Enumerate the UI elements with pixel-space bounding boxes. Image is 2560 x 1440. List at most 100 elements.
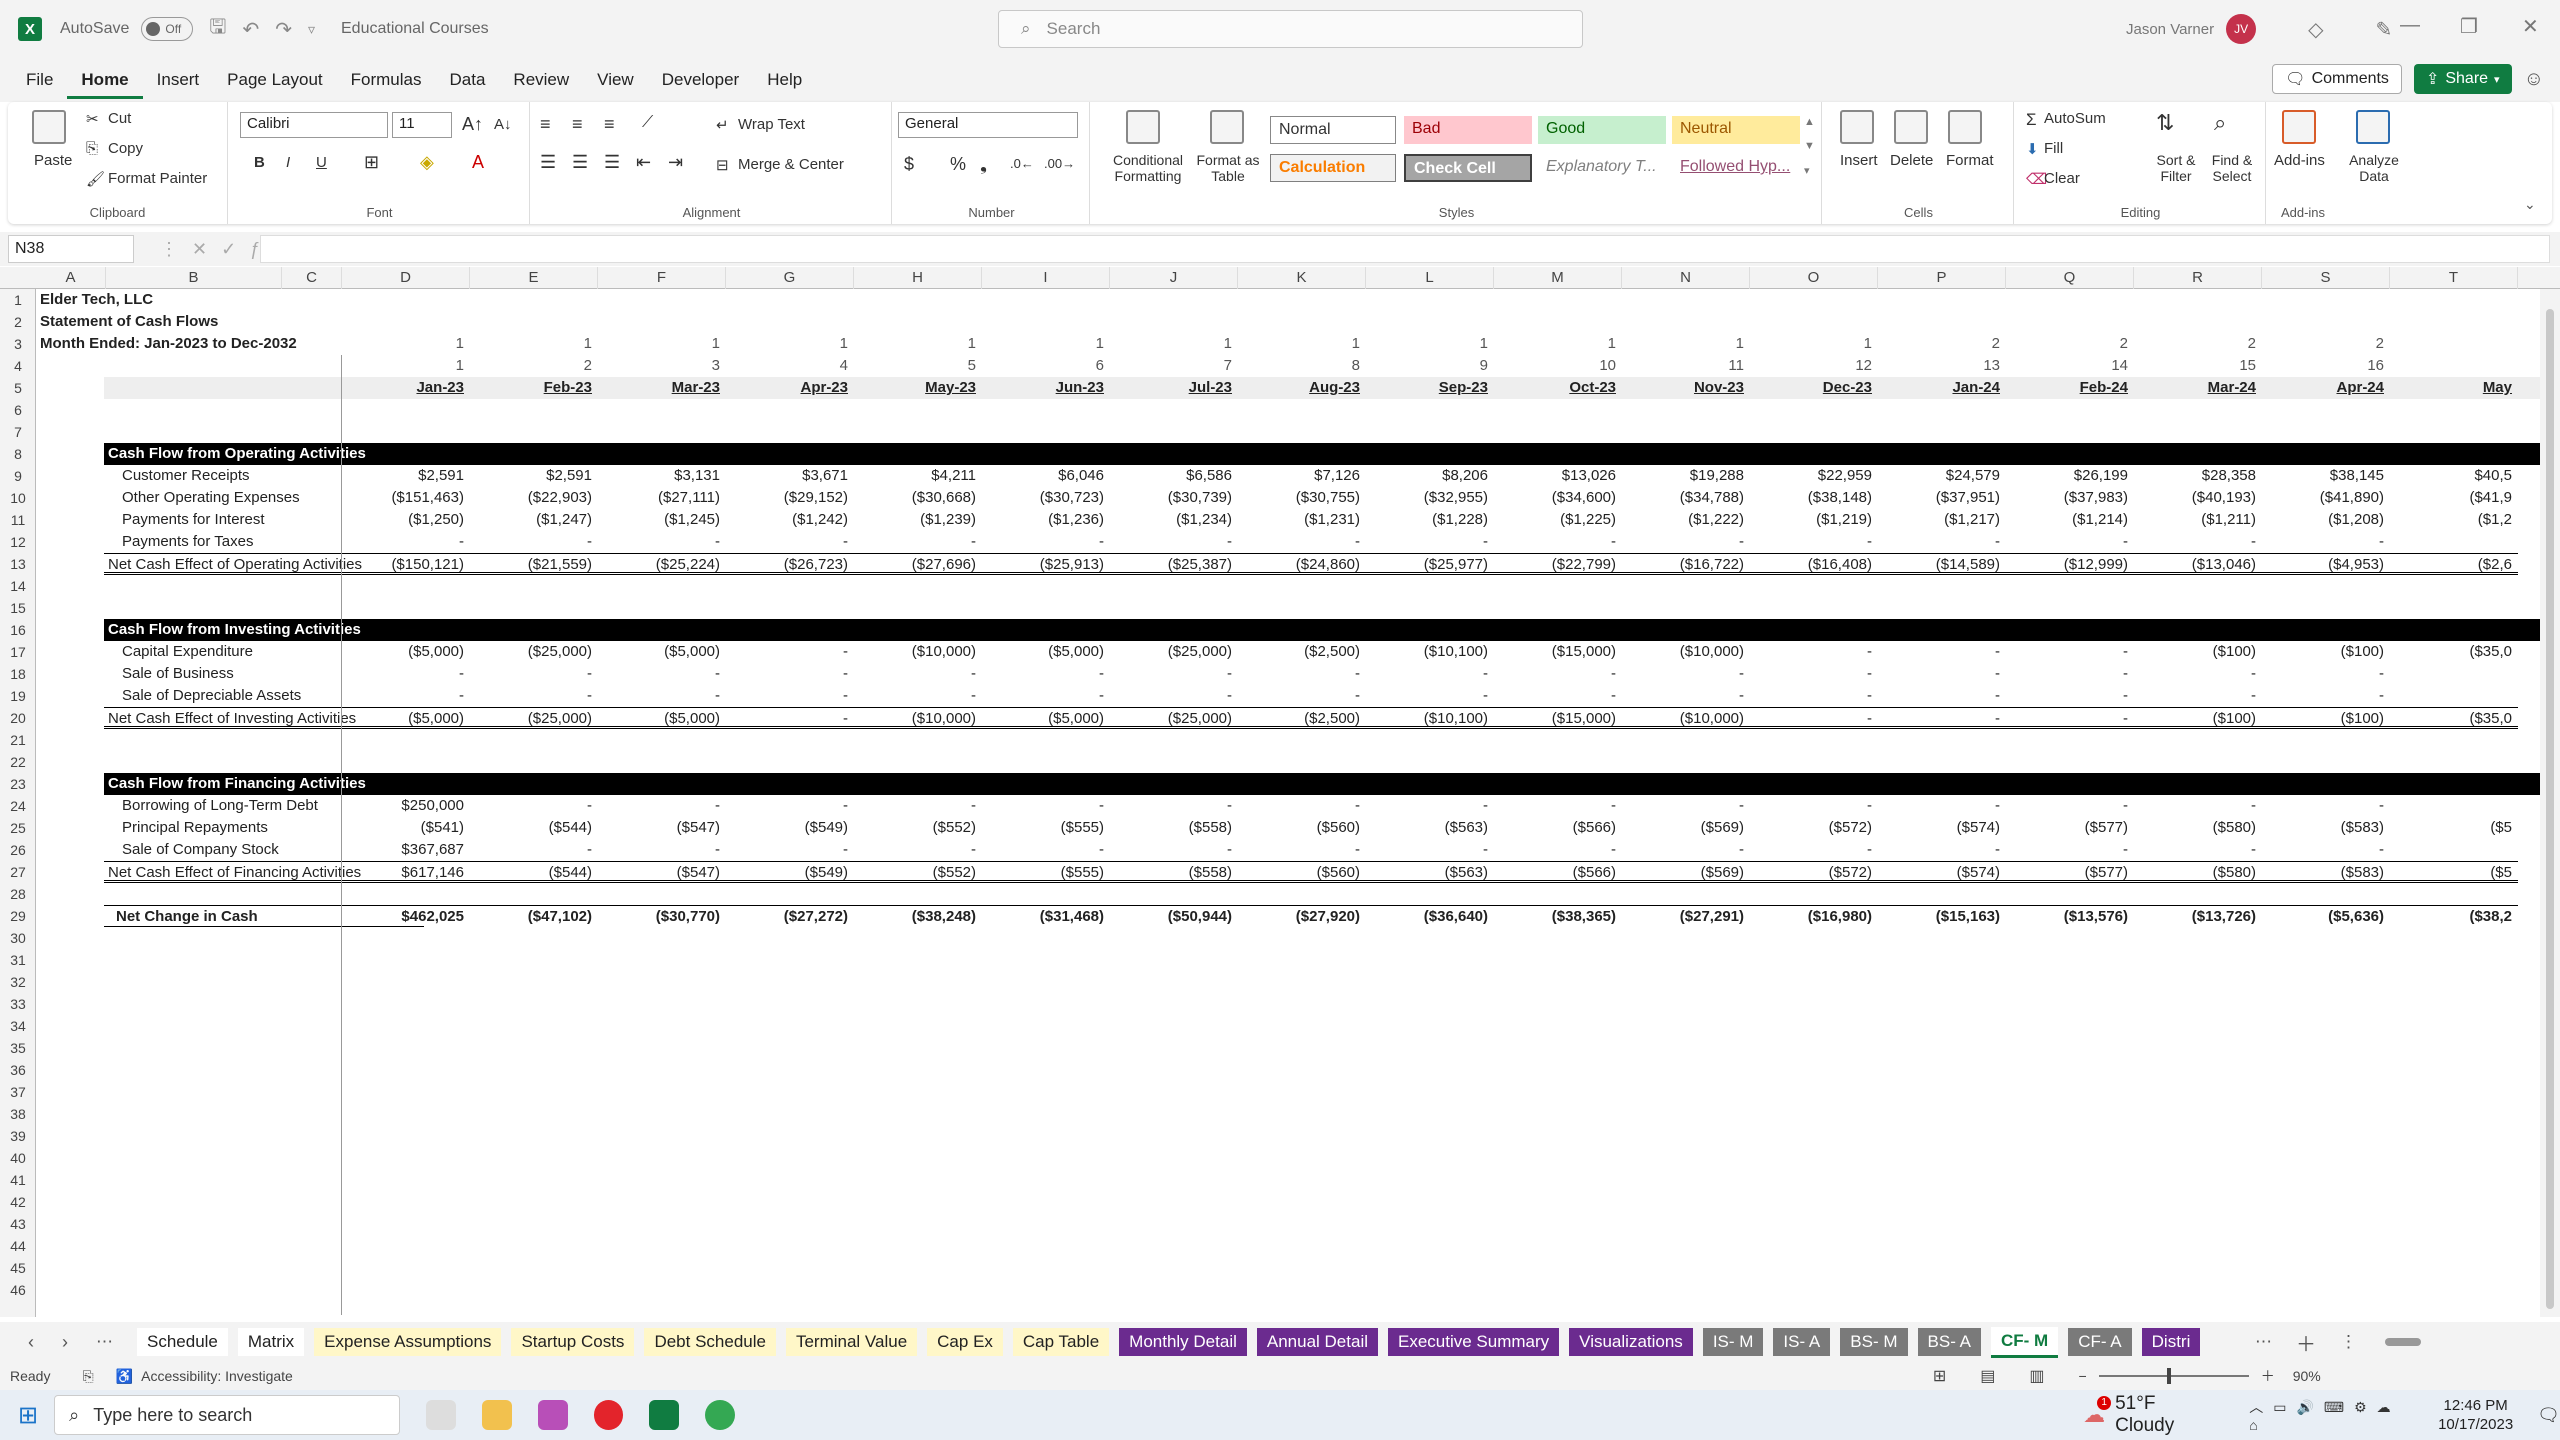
value-cell[interactable]: ($25,387) <box>1110 553 1238 575</box>
value-cell[interactable]: - <box>726 839 854 861</box>
value-cell[interactable]: $28,358 <box>2134 465 2262 487</box>
value-cell[interactable] <box>2390 839 2518 861</box>
row-header[interactable]: 26 <box>0 839 36 861</box>
year-index-cell[interactable]: 1 <box>982 333 1110 355</box>
value-cell[interactable]: ($5,000) <box>598 707 726 729</box>
value-cell[interactable]: ($547) <box>598 817 726 839</box>
file-name[interactable]: Educational Courses <box>341 20 489 38</box>
month-header-cell[interactable]: Oct-23 <box>1494 377 1622 399</box>
value-cell[interactable]: $250,000 <box>342 795 470 817</box>
value-cell[interactable]: - <box>1494 531 1622 553</box>
macro-icon[interactable]: ⎘ <box>82 1368 93 1385</box>
value-cell[interactable]: ($38,365) <box>1494 905 1622 927</box>
copy-button[interactable]: Copy <box>108 140 143 157</box>
value-cell[interactable]: - <box>2006 531 2134 553</box>
value-cell[interactable]: ($41,890) <box>2262 487 2390 509</box>
align-middle-icon[interactable]: ≡ <box>572 114 583 135</box>
align-top-icon[interactable]: ≡ <box>540 114 551 135</box>
format-cells-icon[interactable] <box>1948 110 1982 144</box>
column-header-i[interactable]: I <box>982 267 1110 289</box>
year-index-cell[interactable]: 2 <box>2006 333 2134 355</box>
column-header-g[interactable]: G <box>726 267 854 289</box>
month-index-cell[interactable]: 5 <box>854 355 982 377</box>
month-header-cell[interactable]: May <box>2390 377 2518 399</box>
value-cell[interactable]: ($1,239) <box>854 509 982 531</box>
increase-font-icon[interactable]: A↑ <box>462 114 483 135</box>
value-cell[interactable]: - <box>1110 795 1238 817</box>
value-cell[interactable]: - <box>2006 839 2134 861</box>
value-cell[interactable]: ($15,000) <box>1494 707 1622 729</box>
column-header-h[interactable]: H <box>854 267 982 289</box>
month-header-cell[interactable]: Jul-23 <box>1110 377 1238 399</box>
year-index-cell[interactable]: 1 <box>1110 333 1238 355</box>
row-header[interactable]: 23 <box>0 773 36 795</box>
value-cell[interactable]: - <box>1366 795 1494 817</box>
year-index-cell[interactable]: 2 <box>1878 333 2006 355</box>
value-cell[interactable]: ($29,152) <box>726 487 854 509</box>
month-header-cell[interactable]: Dec-23 <box>1750 377 1878 399</box>
value-cell[interactable]: ($547) <box>598 861 726 883</box>
month-header-cell[interactable]: Jan-23 <box>342 377 470 399</box>
autosave-toggle[interactable]: Off <box>141 17 194 41</box>
row-header[interactable]: 15 <box>0 597 36 619</box>
year-index-cell[interactable]: 1 <box>726 333 854 355</box>
row-header[interactable]: 7 <box>0 421 36 443</box>
value-cell[interactable]: ($583) <box>2262 861 2390 883</box>
value-cell[interactable]: ($27,272) <box>726 905 854 927</box>
save-icon[interactable]: 🖫 <box>209 12 226 46</box>
value-cell[interactable]: - <box>1366 839 1494 861</box>
copy-icon[interactable]: ⎘ <box>86 140 98 157</box>
value-cell[interactable]: ($25,224) <box>598 553 726 575</box>
value-cell[interactable]: - <box>982 663 1110 685</box>
value-cell[interactable]: ($34,600) <box>1494 487 1622 509</box>
undo-icon[interactable]: ↶ <box>242 17 259 42</box>
value-cell[interactable]: ($35,0 <box>2390 641 2518 663</box>
accessibility-icon[interactable]: ♿ <box>116 1368 133 1385</box>
style-explanatory[interactable]: Explanatory T... <box>1538 154 1666 182</box>
month-header-cell[interactable]: Feb-23 <box>470 377 598 399</box>
paste-icon[interactable] <box>32 110 66 144</box>
percent-icon[interactable]: % <box>950 154 966 175</box>
statement-title[interactable]: Statement of Cash Flows <box>36 311 436 333</box>
customize-qat-icon[interactable]: ▿ <box>308 21 315 38</box>
font-family-select[interactable]: Calibri <box>240 112 388 138</box>
value-cell[interactable]: ($5,000) <box>342 707 470 729</box>
number-format-select[interactable]: General <box>898 112 1078 138</box>
value-cell[interactable]: - <box>1622 839 1750 861</box>
value-cell[interactable]: ($4,953) <box>2262 553 2390 575</box>
value-cell[interactable]: - <box>726 531 854 553</box>
zoom-level[interactable]: 90% <box>2293 1368 2321 1384</box>
sheet-tab-startup-costs[interactable]: Startup Costs <box>511 1328 635 1356</box>
year-index-cell[interactable]: 1 <box>598 333 726 355</box>
value-cell[interactable]: ($27,696) <box>854 553 982 575</box>
value-cell[interactable] <box>2390 795 2518 817</box>
snipping-tool-icon[interactable] <box>537 1400 568 1430</box>
column-header-s[interactable]: S <box>2262 267 2390 289</box>
sort-filter-button[interactable]: Sort & Filter <box>2150 152 2202 184</box>
value-cell[interactable]: - <box>982 531 1110 553</box>
value-cell[interactable]: ($552) <box>854 861 982 883</box>
clock[interactable]: 12:46 PM 10/17/2023 <box>2438 1396 2513 1434</box>
month-index-cell[interactable]: 3 <box>598 355 726 377</box>
weather-icon[interactable]: ☁ 1 <box>2083 1396 2112 1428</box>
sheet-tab-is-a[interactable]: IS- A <box>1773 1328 1831 1356</box>
file-explorer-icon[interactable] <box>481 1400 512 1430</box>
value-cell[interactable]: - <box>1238 795 1366 817</box>
value-cell[interactable]: ($549) <box>726 861 854 883</box>
value-cell[interactable]: ($1,242) <box>726 509 854 531</box>
value-cell[interactable]: ($25,977) <box>1366 553 1494 575</box>
value-cell[interactable]: - <box>1238 685 1366 707</box>
value-cell[interactable]: ($100) <box>2262 707 2390 729</box>
menu-file[interactable]: File <box>12 70 67 90</box>
value-cell[interactable]: - <box>1750 707 1878 729</box>
menu-review[interactable]: Review <box>499 70 583 90</box>
menu-home[interactable]: Home <box>67 61 143 99</box>
sheet-tab-monthly-detail[interactable]: Monthly Detail <box>1119 1328 1247 1356</box>
month-header-cell[interactable]: Feb-24 <box>2006 377 2134 399</box>
value-cell[interactable]: - <box>854 663 982 685</box>
value-cell[interactable]: ($1,217) <box>1878 509 2006 531</box>
value-cell[interactable]: $13,026 <box>1494 465 1622 487</box>
value-cell[interactable]: - <box>598 685 726 707</box>
value-cell[interactable]: ($41,9 <box>2390 487 2518 509</box>
insert-cells-button[interactable]: Insert <box>1840 152 1878 169</box>
